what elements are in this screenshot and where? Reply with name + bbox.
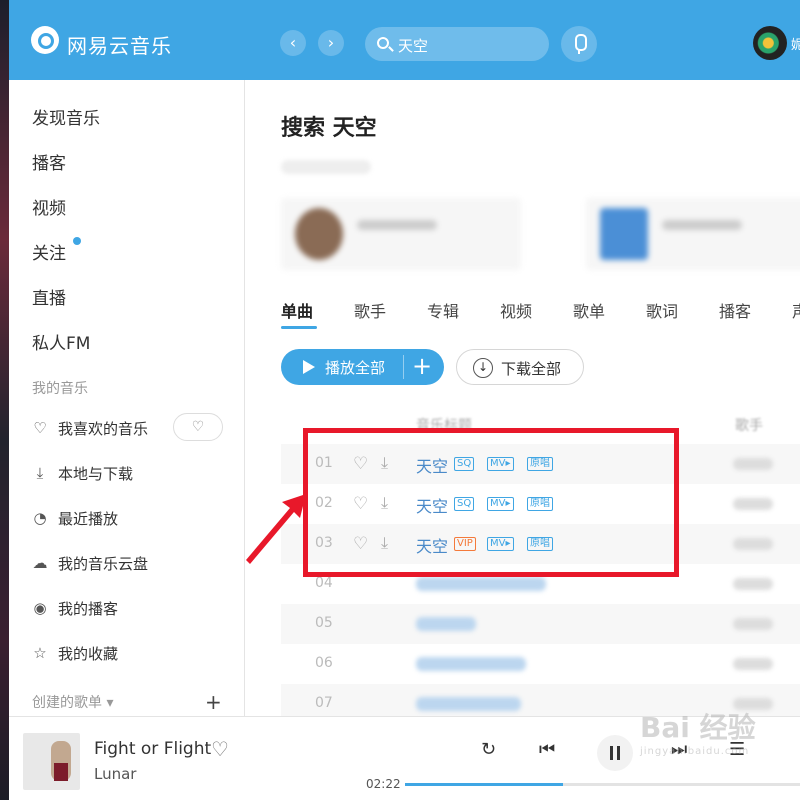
previous-icon[interactable]: ⏮	[539, 739, 555, 760]
download-icon: ↓	[473, 358, 493, 378]
progress-bar[interactable]	[405, 783, 800, 786]
user-name[interactable]: 妮	[791, 34, 800, 53]
column-artist[interactable]: 歌手	[735, 415, 763, 435]
heart-mode-button[interactable]: ♡	[173, 413, 223, 441]
podcast-icon: ◉	[33, 599, 47, 617]
table-row[interactable]: 06	[281, 644, 800, 684]
cloud-icon: ☁	[32, 554, 48, 572]
heartbeat-icon: ♡	[191, 419, 205, 435]
sidebar-item-cloud[interactable]: 我的音乐云盘	[58, 553, 148, 574]
collection-icon: ☆	[33, 644, 47, 662]
notification-dot	[73, 237, 81, 245]
blurred-song-title[interactable]	[416, 617, 476, 631]
tab-videos[interactable]: 视频	[500, 298, 532, 322]
watermark-text: Bai 经验	[640, 711, 756, 744]
sidebar-item-fm[interactable]: 私人FM	[32, 329, 90, 354]
blurred-artist-text	[357, 220, 437, 230]
play-icon	[303, 360, 315, 374]
sidebar-item-liked[interactable]: 我喜欢的音乐	[58, 418, 148, 439]
now-playing-title[interactable]: Fight or Flight	[94, 739, 211, 759]
forward-button[interactable]: ›	[318, 30, 344, 56]
app-window: 网易云音乐 ‹ › 天空 妮 发现音乐 播客 视频 关注 直播 私人FM 我的音…	[9, 0, 800, 800]
tab-artists[interactable]: 歌手	[354, 298, 386, 322]
sidebar-item-podcast[interactable]: 播客	[32, 149, 66, 174]
sidebar-item-collection[interactable]: 我的收藏	[58, 643, 118, 664]
now-playing-artist[interactable]: Lunar	[94, 765, 136, 783]
search-input[interactable]: 天空	[365, 27, 549, 61]
voice-search-button[interactable]	[561, 26, 597, 62]
blurred-album-card[interactable]	[586, 198, 800, 270]
album-cover[interactable]	[23, 733, 80, 790]
pause-button[interactable]	[597, 735, 633, 771]
app-name: 网易云音乐	[67, 34, 172, 58]
sidebar-item-video[interactable]: 视频	[32, 194, 66, 219]
watermark-url: jingyan.baidu.com	[640, 746, 750, 757]
chevron-left-icon: ‹	[289, 33, 297, 52]
main-content: 搜索 天空 单曲 歌手 专辑 视频 歌单 歌词 播客 声 播放全部 +	[246, 80, 800, 716]
row-number: 04	[315, 575, 333, 591]
blurred-artist[interactable]	[733, 618, 773, 630]
blurred-artist[interactable]	[733, 578, 773, 590]
blurred-hint	[281, 160, 371, 174]
table-row[interactable]: 05	[281, 604, 800, 644]
sidebar-item-live[interactable]: 直播	[32, 284, 66, 309]
sidebar-item-recent[interactable]: 最近播放	[58, 508, 118, 529]
progress-fill	[405, 783, 563, 786]
search-icon	[377, 37, 389, 49]
like-icon[interactable]: ♡	[211, 737, 229, 761]
annotation-arrow-icon	[246, 494, 306, 564]
chevron-right-icon: ›	[327, 33, 335, 52]
blurred-artist[interactable]	[733, 538, 773, 550]
tab-more[interactable]: 声	[792, 298, 800, 322]
blurred-song-title[interactable]	[416, 697, 521, 711]
row-number: 05	[315, 615, 333, 631]
tab-lyrics[interactable]: 歌词	[646, 298, 678, 322]
blurred-song-title[interactable]	[416, 577, 546, 591]
tab-active-indicator	[281, 326, 317, 329]
desktop-edge	[0, 0, 9, 800]
title-bar: 网易云音乐 ‹ › 天空 妮	[9, 0, 800, 80]
sidebar-item-local[interactable]: 本地与下载	[58, 463, 133, 484]
divider	[403, 355, 404, 379]
row-number: 06	[315, 655, 333, 671]
download-all-label: 下载全部	[501, 360, 562, 378]
sidebar-item-my-podcast[interactable]: 我的播客	[58, 598, 118, 619]
watermark-logo: Bai 经验 jingyan.baidu.com	[640, 706, 790, 776]
tab-albums[interactable]: 专辑	[427, 298, 459, 322]
tab-playlists[interactable]: 歌单	[573, 298, 605, 322]
blurred-song-title[interactable]	[416, 657, 526, 671]
blurred-artist-card[interactable]	[281, 198, 521, 270]
annotation-highlight-box	[303, 428, 679, 577]
download-all-button[interactable]: ↓ 下载全部	[456, 349, 584, 385]
sidebar-item-discover[interactable]: 发现音乐	[32, 104, 100, 129]
app-logo	[31, 26, 59, 54]
download-icon: ⤓	[36, 464, 44, 482]
tab-podcasts[interactable]: 播客	[719, 298, 751, 322]
user-avatar[interactable]	[753, 26, 787, 60]
search-value: 天空	[398, 37, 429, 55]
tab-songs[interactable]: 单曲	[281, 298, 313, 322]
my-music-section-title: 我的音乐	[32, 381, 88, 397]
blurred-album-thumb	[600, 208, 648, 260]
add-playlist-button[interactable]: +	[205, 690, 222, 714]
blurred-artist-thumb	[295, 208, 343, 260]
sidebar: 发现音乐 播客 视频 关注 直播 私人FM 我的音乐 ♡ 我喜欢的音乐 ♡ ⤓ …	[9, 80, 245, 716]
blurred-artist[interactable]	[733, 498, 773, 510]
add-all-button[interactable]: +	[412, 352, 432, 380]
blurred-artist[interactable]	[733, 658, 773, 670]
blurred-artist[interactable]	[733, 458, 773, 470]
play-all-label: 播放全部	[325, 359, 386, 377]
page-title: 搜索 天空	[281, 116, 377, 141]
repeat-icon[interactable]: ↻	[481, 739, 496, 760]
current-time: 02:22	[366, 777, 401, 791]
blurred-album-text	[662, 220, 742, 230]
row-number: 07	[315, 695, 333, 711]
play-all-button[interactable]: 播放全部 +	[281, 349, 444, 385]
back-button[interactable]: ‹	[280, 30, 306, 56]
created-playlists-title[interactable]: 创建的歌单 ▾	[32, 692, 113, 712]
history-icon: ◔	[33, 509, 47, 527]
sidebar-item-follow[interactable]: 关注	[32, 239, 66, 264]
heart-icon: ♡	[33, 419, 47, 437]
